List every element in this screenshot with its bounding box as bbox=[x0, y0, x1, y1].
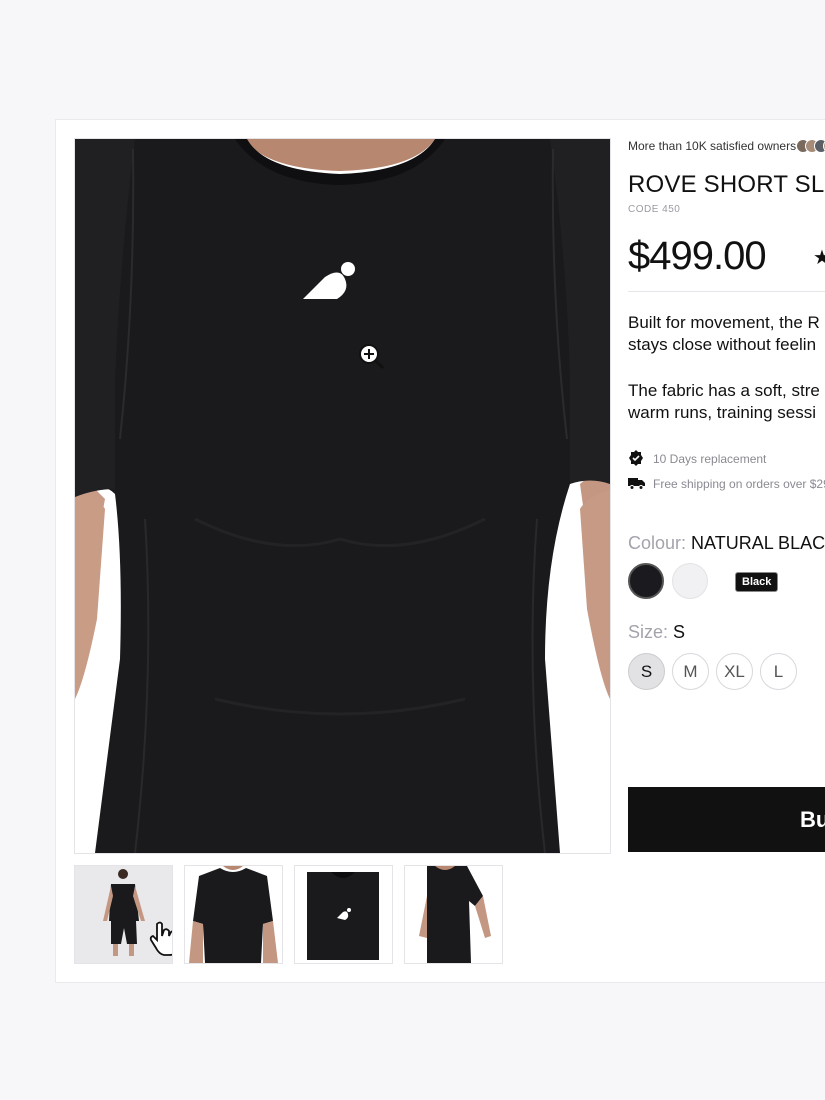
description-paragraph-1: Built for movement, the R stays close wi… bbox=[628, 313, 820, 354]
product-code: CODE 450 bbox=[628, 204, 681, 215]
swatch-black[interactable] bbox=[628, 563, 664, 599]
owner-avatars bbox=[796, 138, 825, 153]
colour-value: NATURAL BLAC bbox=[691, 533, 825, 553]
thumbnail-4[interactable] bbox=[404, 865, 503, 964]
size-label-row: Size: S bbox=[628, 622, 686, 642]
product-title: ROVE SHORT SLE bbox=[628, 171, 825, 198]
swatch-white[interactable] bbox=[672, 563, 708, 599]
hand-pointer-icon bbox=[149, 921, 172, 956]
colour-tooltip: Black bbox=[735, 572, 779, 592]
verified-badge-icon bbox=[629, 450, 643, 466]
buy-button[interactable]: Bu bbox=[628, 787, 825, 852]
star-icon: ★ bbox=[813, 247, 825, 269]
product-price: $499.00 bbox=[628, 234, 767, 278]
owners-text: More than 10K satisfied owners bbox=[628, 138, 825, 153]
colour-label-row: Colour: NATURAL BLAC bbox=[628, 533, 825, 553]
size-value: S bbox=[673, 622, 686, 642]
shirt-photo bbox=[75, 139, 610, 853]
thumbnail-2[interactable] bbox=[184, 865, 283, 964]
size-option-s[interactable]: S bbox=[628, 653, 665, 690]
thumbnail-3[interactable] bbox=[294, 865, 393, 964]
size-option-xl[interactable]: XL bbox=[716, 653, 753, 690]
thumbnail-1[interactable] bbox=[74, 865, 173, 964]
size-option-m[interactable]: M bbox=[672, 653, 709, 690]
size-option-l[interactable]: L bbox=[760, 653, 797, 690]
truck-icon bbox=[628, 478, 645, 490]
main-product-image[interactable] bbox=[74, 138, 611, 854]
divider bbox=[628, 291, 825, 292]
description-paragraph-2: The fabric has a soft, stre warm runs, t… bbox=[628, 381, 820, 422]
